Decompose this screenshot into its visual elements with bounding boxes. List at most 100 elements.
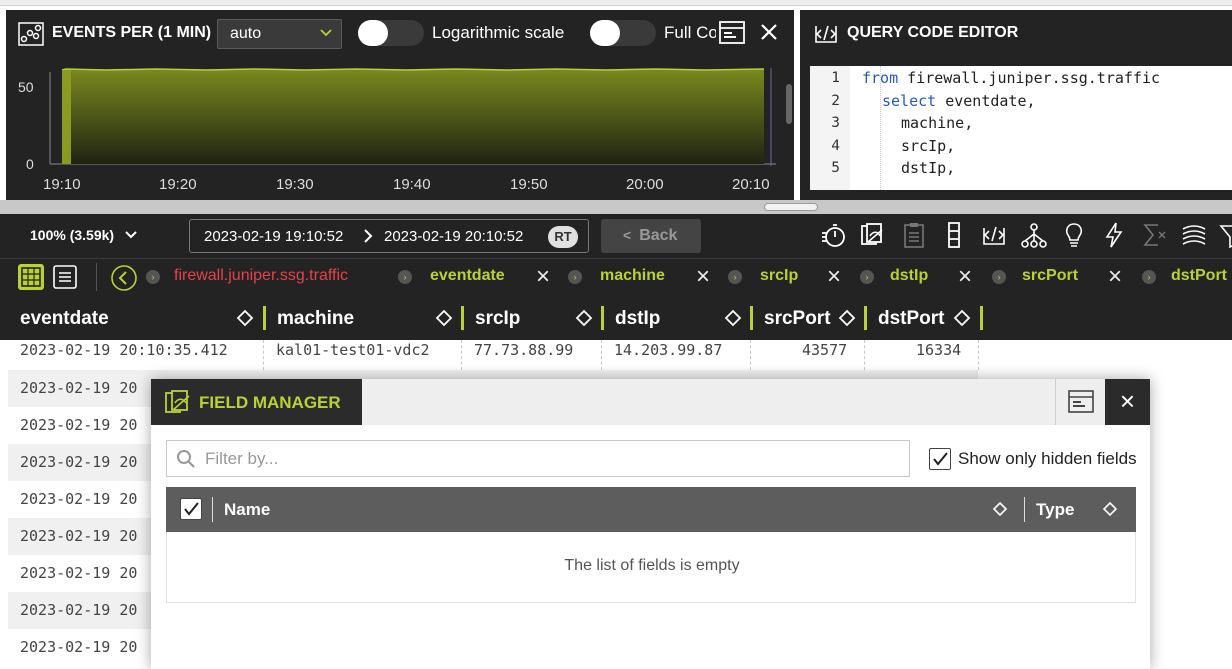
- pipeline-field[interactable]: dstIp: [890, 267, 928, 285]
- x-tick-2000: 20:00: [626, 176, 664, 193]
- pipeline-field[interactable]: eventdate: [430, 267, 505, 285]
- lightbulb-icon[interactable]: [1060, 220, 1088, 250]
- log-scale-label: Logarithmic scale: [432, 23, 565, 42]
- type-column-header[interactable]: Type: [1036, 500, 1074, 520]
- zoom-dropdown[interactable]: 100% (3.59k): [30, 227, 138, 243]
- code-editor[interactable]: 1 2 3 4 5 from firewall.juniper.ssg.traf…: [810, 66, 1232, 190]
- sort-icon[interactable]: [435, 309, 453, 332]
- x-tick-2010: 20:10: [732, 176, 770, 193]
- column-separator[interactable]: [864, 306, 867, 330]
- chevron-down-icon: [125, 231, 137, 239]
- chevron-left-icon: <: [623, 227, 632, 243]
- date-range[interactable]: 2023-02-19 19:10:52 2023-02-19 20:10:52 …: [189, 219, 589, 253]
- column-separator[interactable]: [601, 306, 604, 330]
- timer-icon[interactable]: [820, 220, 848, 250]
- x-tick-1920: 19:20: [159, 176, 197, 193]
- show-hidden-checkbox[interactable]: [929, 448, 951, 470]
- column-header[interactable]: dstIp: [615, 308, 660, 330]
- events-chart-panel: EVENTS PER (1 MIN) auto Logarithmic scal…: [6, 10, 794, 200]
- remove-field-icon[interactable]: ×: [827, 263, 841, 291]
- dialog-header: FIELD MANAGER ×: [151, 379, 1150, 425]
- remove-field-icon[interactable]: ×: [958, 263, 972, 291]
- back-button[interactable]: < Back: [601, 219, 701, 253]
- column-header[interactable]: eventdate: [20, 308, 109, 330]
- fields-list: The list of fields is empty: [166, 532, 1136, 603]
- pipe-connector: ›: [992, 270, 1006, 284]
- query-pipeline: › firewall.juniper.ssg.traffic › eventda…: [0, 258, 1232, 296]
- column-header[interactable]: dstPort: [878, 308, 945, 330]
- name-column-header[interactable]: Name: [224, 500, 270, 520]
- fields-table-header: Name Type: [166, 487, 1136, 532]
- pipeline-field[interactable]: srcPort: [1022, 267, 1078, 285]
- grid-view-icon[interactable]: [18, 264, 44, 290]
- pipeline-field[interactable]: srcIp: [760, 267, 798, 285]
- pipeline-source[interactable]: firewall.juniper.ssg.traffic: [174, 267, 348, 285]
- lightning-icon[interactable]: [1100, 220, 1128, 250]
- editor-title: QUERY CODE EDITOR: [847, 24, 1019, 41]
- remove-field-icon[interactable]: ×: [1108, 263, 1122, 291]
- pipe-connector: ›: [568, 270, 582, 284]
- check-icon: [933, 452, 948, 466]
- code-line: machine,: [901, 114, 974, 132]
- layers-icon[interactable]: [1180, 220, 1208, 250]
- sort-icon[interactable]: [575, 309, 593, 332]
- scroll-left-icon[interactable]: [110, 264, 138, 297]
- chart-icon: [18, 22, 44, 46]
- remove-field-icon[interactable]: ×: [696, 263, 710, 291]
- search-icon: [176, 449, 196, 474]
- column-separator[interactable]: [750, 306, 753, 330]
- sort-icon[interactable]: [236, 309, 254, 332]
- range-to[interactable]: 2023-02-19 20:10:52: [384, 228, 523, 245]
- splitter-handle[interactable]: [764, 203, 818, 211]
- full-toggle[interactable]: [590, 20, 656, 46]
- range-from[interactable]: 2023-02-19 19:10:52: [204, 228, 343, 245]
- table-header: eventdate machine srcIp dstIp srcPort ds…: [0, 296, 1232, 340]
- window-icon[interactable]: [1067, 389, 1095, 420]
- sort-icon[interactable]: [1102, 501, 1118, 522]
- filter-icon[interactable]: [1218, 220, 1232, 250]
- code-line: select eventdate,: [882, 92, 1036, 110]
- text-view-icon[interactable]: [52, 264, 78, 295]
- sort-icon[interactable]: [724, 309, 742, 332]
- interval-select[interactable]: auto: [217, 19, 342, 49]
- pipe-connector: ›: [398, 270, 412, 284]
- y-tick-50: 50: [18, 79, 34, 95]
- table-row[interactable]: 2023-02-19 20:10:35.412 kal01-test01-vdc…: [8, 340, 979, 370]
- code-icon[interactable]: [980, 220, 1008, 250]
- scrollbar[interactable]: [786, 84, 792, 124]
- first-bar: [62, 70, 71, 164]
- code-line: dstIp,: [901, 159, 956, 177]
- window-icon[interactable]: [718, 20, 746, 51]
- column-header[interactable]: srcIp: [475, 308, 520, 330]
- clipboard-icon: [900, 220, 928, 250]
- sort-icon[interactable]: [838, 309, 856, 332]
- realtime-button[interactable]: RT: [548, 226, 578, 248]
- columns-icon[interactable]: [940, 220, 968, 250]
- column-header[interactable]: machine: [277, 308, 354, 330]
- select-all-checkbox[interactable]: [180, 498, 202, 520]
- sort-icon[interactable]: [992, 501, 1008, 522]
- column-separator[interactable]: [461, 306, 464, 330]
- show-hidden-label[interactable]: Show only hidden fields: [958, 449, 1137, 469]
- pipeline-field[interactable]: dstPort: [1171, 267, 1227, 285]
- code-line: from firewall.juniper.ssg.traffic: [862, 69, 1161, 87]
- table-cell: 14.203.99.87: [614, 341, 723, 359]
- sort-icon[interactable]: [953, 309, 971, 332]
- column-separator[interactable]: [980, 306, 983, 330]
- column-header[interactable]: srcPort: [764, 308, 831, 330]
- field-manager-icon: [163, 388, 193, 421]
- remove-field-icon[interactable]: ×: [536, 263, 550, 291]
- field-manager-icon[interactable]: [858, 220, 886, 250]
- table-cell: 2023-02-19 20: [20, 416, 138, 434]
- column-separator[interactable]: [263, 306, 266, 330]
- pipe-connector: ›: [1142, 270, 1156, 284]
- log-scale-toggle[interactable]: [358, 20, 424, 46]
- chevron-right-icon: [362, 228, 374, 249]
- tree-icon[interactable]: [1020, 220, 1048, 250]
- pipeline-field[interactable]: machine: [600, 267, 665, 285]
- chart-title: EVENTS PER (1 MIN): [52, 24, 212, 41]
- close-icon[interactable]: [758, 21, 780, 48]
- filter-input[interactable]: Filter by...: [166, 440, 910, 477]
- close-icon[interactable]: ×: [1105, 379, 1150, 425]
- panel-splitter[interactable]: [0, 200, 1232, 214]
